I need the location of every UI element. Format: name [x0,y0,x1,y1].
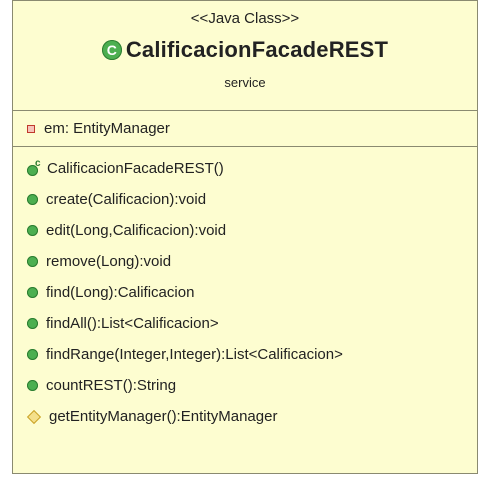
public-method-icon [27,318,38,329]
public-method-icon [27,225,38,236]
method-item: create(Calificacion):void [13,184,477,215]
method-label: getEntityManager():EntityManager [49,408,278,425]
package-label: service [224,75,266,90]
method-item: findAll():List<Calificacion> [13,308,477,339]
stereotype-label: <<Java Class>> [190,10,300,27]
uml-class-box: <<Java Class>> C CalificacionFacadeREST … [12,0,478,474]
method-label: remove(Long):void [46,253,172,270]
method-item: getEntityManager():EntityManager [13,401,477,432]
method-item: c CalificacionFacadeREST() [13,153,477,184]
protected-method-icon [26,409,42,424]
method-item: edit(Long,Calificacion):void [13,215,477,246]
public-method-icon [27,287,38,298]
method-item: remove(Long):void [13,246,477,277]
public-method-icon [27,194,38,205]
class-header: <<Java Class>> C CalificacionFacadeREST … [13,1,477,111]
class-name-row: C CalificacionFacadeREST [13,37,477,63]
method-label: create(Calificacion):void [46,191,207,208]
class-name: CalificacionFacadeREST [125,37,389,62]
constructor-icon: c [27,158,41,176]
public-method-icon [27,349,38,360]
class-icon: C [101,40,122,60]
method-label: countREST():String [46,377,177,394]
private-field-icon [27,124,35,133]
methods-section: c CalificacionFacadeREST() create(Califi… [13,147,477,432]
method-label: edit(Long,Calificacion):void [46,222,227,239]
method-item: countREST():String [13,370,477,401]
method-label: findAll():List<Calificacion> [46,315,219,332]
method-label: find(Long):Calificacion [46,284,195,301]
method-label: CalificacionFacadeREST() [47,160,224,177]
public-method-icon [27,256,38,267]
method-label: findRange(Integer,Integer):List<Califica… [46,346,343,363]
method-item: find(Long):Calificacion [13,277,477,308]
attributes-section: em: EntityManager [13,111,477,147]
attribute-item: em: EntityManager [44,120,170,137]
public-method-icon [27,380,38,391]
method-item: findRange(Integer,Integer):List<Califica… [13,339,477,370]
